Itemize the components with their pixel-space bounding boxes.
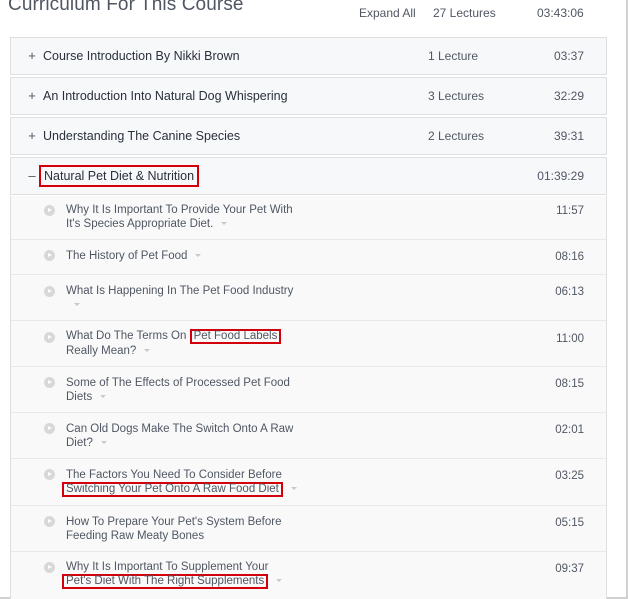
section-lecture-count: 2 Lectures bbox=[428, 129, 485, 143]
lecture-title: The Factors You Need To Consider Before … bbox=[62, 468, 386, 497]
expand-plus-icon[interactable]: + bbox=[27, 88, 37, 103]
lecture-title-line1: Some of The Effects of Processed Pet Foo… bbox=[66, 377, 290, 389]
highlighted-phrase: Switching Your Pet Onto A Raw Food Diet bbox=[62, 482, 283, 497]
lecture-title-line1: What Do The Terms On bbox=[66, 330, 190, 342]
chevron-down-icon[interactable] bbox=[195, 254, 202, 258]
section-duration: 01:39:29 bbox=[537, 169, 584, 183]
chevron-down-icon[interactable] bbox=[290, 487, 297, 491]
lecture-title-line1: Why It Is Important To Provide Your Pet … bbox=[66, 204, 293, 216]
expand-all-link[interactable]: Expand All bbox=[359, 6, 416, 20]
lecture-title: Some of The Effects of Processed Pet Foo… bbox=[66, 376, 336, 404]
lecture-title-line1: Why It Is Important To Supplement Your bbox=[66, 561, 269, 573]
lecture-title-line2: Feeding Raw Meaty Bones bbox=[66, 530, 205, 542]
lecture-row[interactable]: What Do The Terms On Pet Food Labels Rea… bbox=[11, 321, 606, 367]
chevron-down-icon[interactable] bbox=[100, 441, 107, 445]
chevron-down-icon[interactable] bbox=[276, 579, 283, 583]
lecture-duration: 02:01 bbox=[555, 424, 584, 436]
lecture-title: Why It Is Important To Provide Your Pet … bbox=[66, 203, 336, 231]
lecture-row[interactable]: Why It Is Important To Provide Your Pet … bbox=[11, 196, 606, 240]
lecture-duration: 05:15 bbox=[555, 517, 584, 529]
section-lecture-count: 3 Lectures bbox=[428, 89, 485, 103]
lecture-title: Can Old Dogs Make The Switch Onto A Raw … bbox=[66, 422, 336, 450]
section-course-introduction[interactable]: + Course Introduction By Nikki Brown 1 L… bbox=[10, 37, 607, 75]
section-title-highlighted: Natural Pet Diet & Nutrition bbox=[39, 165, 200, 187]
lecture-row[interactable]: The History of Pet Food 08:16 bbox=[11, 240, 606, 275]
lecture-duration: 03:25 bbox=[555, 470, 584, 482]
section-lecture-count: 1 Lecture bbox=[428, 49, 479, 63]
lecture-duration: 09:37 bbox=[555, 563, 584, 575]
highlighted-phrase: Pet Food Labels bbox=[189, 329, 282, 344]
lecture-title-line2: It's Species Appropriate Diet. bbox=[66, 218, 214, 230]
chevron-down-icon[interactable] bbox=[221, 222, 228, 226]
lecture-duration: 08:16 bbox=[555, 251, 584, 263]
lecture-duration: 11:00 bbox=[556, 333, 584, 345]
section-duration: 39:31 bbox=[553, 129, 584, 143]
play-circle-icon[interactable] bbox=[44, 332, 55, 343]
chevron-down-icon[interactable] bbox=[100, 395, 107, 399]
chevron-down-icon[interactable] bbox=[74, 303, 80, 307]
lecture-row[interactable]: Can Old Dogs Make The Switch Onto A Raw … bbox=[11, 413, 606, 459]
play-circle-icon[interactable] bbox=[44, 516, 55, 527]
section-canine-species[interactable]: + Understanding The Canine Species 2 Lec… bbox=[10, 117, 607, 155]
lecture-title: Why It Is Important To Supplement Your P… bbox=[62, 560, 386, 589]
lecture-list: Why It Is Important To Provide Your Pet … bbox=[10, 196, 607, 599]
curriculum-panel: Curriculum For This Course Expand All 27… bbox=[0, 0, 628, 599]
lecture-title-line1: The Factors You Need To Consider Before bbox=[66, 469, 282, 481]
lecture-title-line1: How To Prepare Your Pet's System Before bbox=[66, 516, 282, 528]
expand-plus-icon[interactable]: + bbox=[27, 128, 37, 143]
lecture-title: The History of Pet Food bbox=[66, 249, 336, 263]
lecture-title-line2: Diets bbox=[66, 391, 93, 403]
lecture-title: What Is Happening In The Pet Food Indust… bbox=[66, 284, 336, 312]
play-circle-icon[interactable] bbox=[44, 286, 55, 297]
lecture-row[interactable]: How To Prepare Your Pet's System Before … bbox=[11, 506, 606, 552]
section-natural-dog-whispering[interactable]: + An Introduction Into Natural Dog Whisp… bbox=[10, 77, 607, 115]
lecture-duration: 11:57 bbox=[556, 205, 584, 217]
lecture-title-line1: What Is Happening In The Pet Food Indust… bbox=[66, 285, 294, 297]
lecture-row[interactable]: Some of The Effects of Processed Pet Foo… bbox=[11, 367, 606, 413]
lecture-duration: 08:15 bbox=[555, 378, 584, 390]
lecture-title-line1: Can Old Dogs Make The Switch Onto A Raw bbox=[66, 423, 294, 435]
curriculum-title: Curriculum For This Course bbox=[8, 0, 244, 15]
play-circle-icon[interactable] bbox=[44, 205, 55, 216]
lecture-duration: 06:13 bbox=[555, 286, 584, 298]
lecture-title-line2: Really Mean? bbox=[66, 345, 137, 357]
section-natural-pet-diet[interactable]: – Natural Pet Diet & Nutrition 01:39:29 bbox=[10, 157, 607, 195]
total-lectures-count: 27 Lectures bbox=[433, 6, 496, 20]
section-title: Course Introduction By Nikki Brown bbox=[43, 49, 240, 63]
play-circle-icon[interactable] bbox=[44, 377, 55, 388]
play-circle-icon[interactable] bbox=[44, 562, 55, 573]
lecture-title: How To Prepare Your Pet's System Before … bbox=[66, 515, 336, 543]
chevron-down-icon[interactable] bbox=[144, 349, 151, 353]
total-duration: 03:43:06 bbox=[537, 6, 584, 20]
lecture-title-line1: The History of Pet Food bbox=[66, 250, 188, 262]
lecture-row[interactable]: What Is Happening In The Pet Food Indust… bbox=[11, 275, 606, 321]
section-duration: 03:37 bbox=[553, 49, 584, 63]
highlighted-phrase: Pet's Diet With The Right Supplements bbox=[62, 574, 269, 589]
section-title: An Introduction Into Natural Dog Whisper… bbox=[43, 89, 288, 103]
collapse-minus-icon[interactable]: – bbox=[27, 168, 37, 183]
play-circle-icon[interactable] bbox=[44, 469, 55, 480]
section-duration: 32:29 bbox=[553, 89, 584, 103]
lecture-row[interactable]: Why It Is Important To Supplement Your P… bbox=[11, 552, 606, 599]
play-circle-icon[interactable] bbox=[44, 250, 55, 261]
play-circle-icon[interactable] bbox=[44, 423, 55, 434]
curriculum-header: Curriculum For This Course Expand All 27… bbox=[0, 0, 628, 30]
lecture-row[interactable]: The Factors You Need To Consider Before … bbox=[11, 459, 606, 506]
expand-plus-icon[interactable]: + bbox=[27, 48, 37, 63]
lecture-title: What Do The Terms On Pet Food Labels Rea… bbox=[66, 329, 366, 358]
section-title: Understanding The Canine Species bbox=[43, 129, 241, 143]
lecture-title-line2: Diet? bbox=[66, 437, 93, 449]
